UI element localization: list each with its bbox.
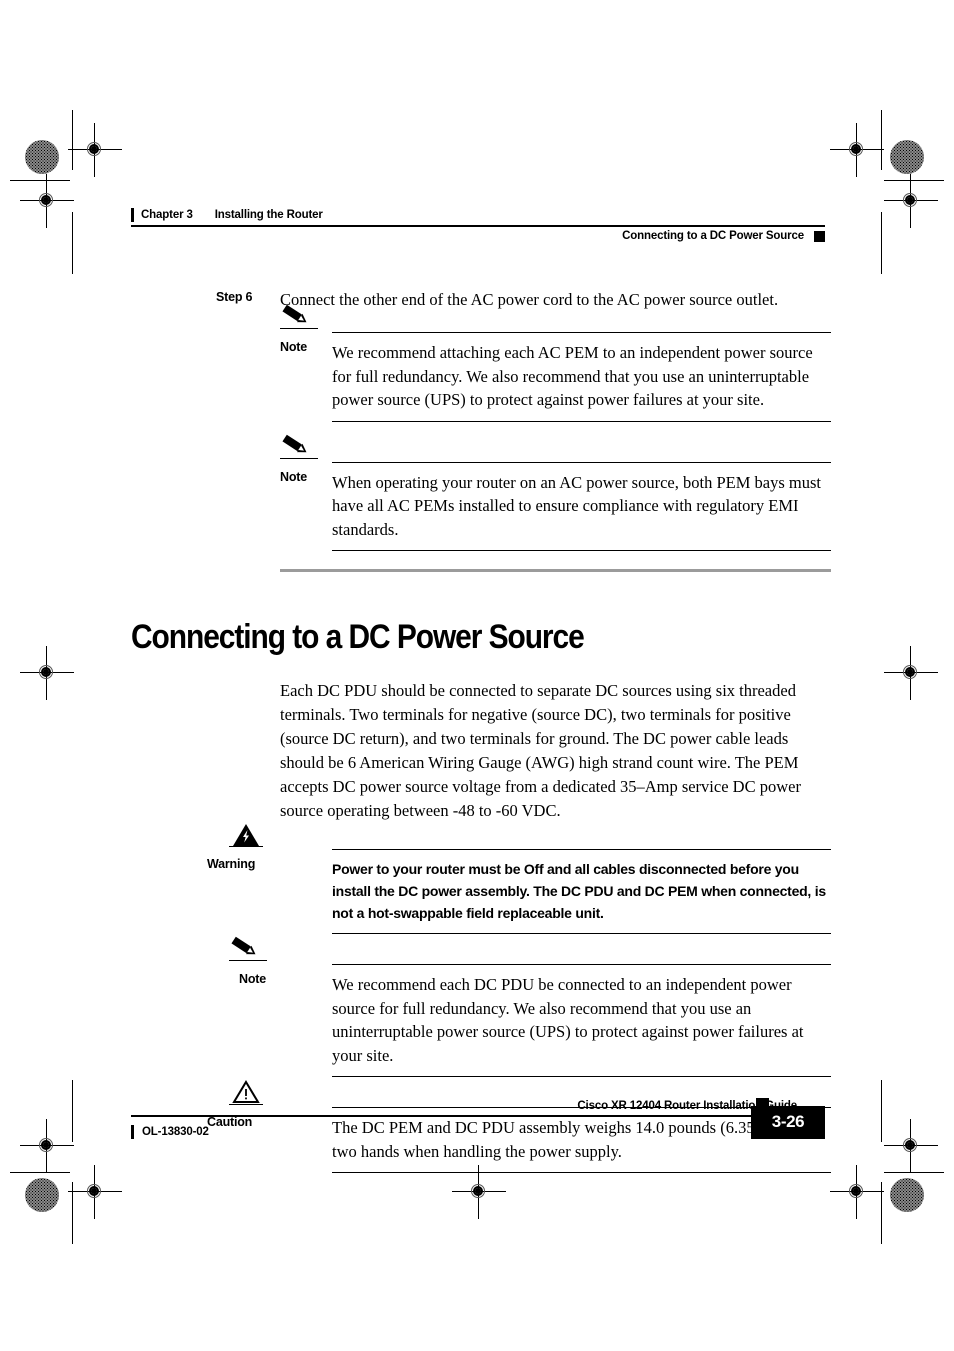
- halftone-dot-top-right: [890, 140, 924, 174]
- footer-bottom-row: OL-13830-02 3-26: [131, 1106, 825, 1144]
- registration-target-mid-left: [20, 646, 74, 700]
- note-label: Note: [239, 972, 266, 986]
- warning-label: Warning: [207, 857, 256, 871]
- step-block: Step 6 Connect the other end of the AC p…: [131, 288, 831, 312]
- crop-line-top-right-horizontal: [884, 180, 944, 181]
- header-rule: [131, 225, 825, 227]
- note-block-1: Note We recommend attaching each AC PEM …: [280, 304, 831, 422]
- step-label: Step 6: [216, 290, 253, 304]
- note-icon-underline: [280, 457, 318, 459]
- document-page: Chapter 3 Installing the Router Connecti…: [0, 0, 954, 1351]
- registration-target-top-right-inner: [830, 123, 884, 177]
- registration-target-mid-right: [884, 646, 938, 700]
- registration-target-top-left-inner: [68, 123, 122, 177]
- note-text: When operating your router on an AC powe…: [332, 461, 831, 551]
- crop-line-top-left-vertical: [72, 110, 73, 170]
- note-block-3: Note We recommend each DC PDU be connect…: [207, 936, 831, 1077]
- section-divider-rule: [280, 569, 831, 572]
- registration-target-bottom-right-outer: [884, 1119, 938, 1173]
- halftone-dot-bottom-left: [25, 1178, 59, 1212]
- running-head-right: Connecting to a DC Power Source: [131, 230, 825, 242]
- page-footer: Cisco XR 12404 Router Installation Guide…: [131, 1098, 825, 1144]
- note-icon-underline: [280, 328, 318, 330]
- registration-target-top-right-outer: [884, 174, 938, 228]
- header-square-marker: [814, 230, 825, 242]
- crop-line-bottom-left-horizontal: [10, 1172, 70, 1173]
- document-number: OL-13830-02: [142, 1126, 209, 1138]
- chapter-title: Installing the Router: [214, 209, 323, 221]
- warning-block: Warning Power to your router must be Off…: [207, 824, 831, 934]
- page-title: Connecting to a DC Power Source: [131, 618, 585, 656]
- halftone-dot-top-left: [25, 140, 59, 174]
- footer-marker-bar: [131, 1125, 134, 1139]
- note-icon-underline: [229, 960, 267, 962]
- guide-title: Cisco XR 12404 Router Installation Guide: [577, 1100, 797, 1112]
- crop-line-bottom-left-vertical: [72, 1080, 73, 1142]
- page-number: 3-26: [751, 1106, 825, 1139]
- note-label: Note: [280, 469, 307, 484]
- registration-target-bottom-left-outer: [20, 1119, 74, 1173]
- crop-line-top-right-vertical: [881, 110, 882, 170]
- page-content: Step 6 Connect the other end of the AC p…: [131, 288, 831, 1187]
- crop-line-top-left-vertical-2: [72, 212, 73, 274]
- running-head-text: Connecting to a DC Power Source: [622, 230, 804, 242]
- halftone-dot-bottom-right: [890, 1178, 924, 1212]
- crop-line-bottom-right-vertical: [881, 1080, 882, 1142]
- crop-line-bottom-right-horizontal: [884, 1172, 944, 1173]
- pencil-icon: [280, 304, 310, 330]
- chapter-number: Chapter 3: [141, 209, 193, 221]
- chapter-breadcrumb: Chapter 3 Installing the Router: [131, 208, 825, 222]
- warning-text: Power to your router must be Off and all…: [332, 849, 831, 934]
- footer-rule: [131, 1115, 761, 1117]
- registration-target-top-left-outer: [20, 174, 74, 228]
- step-text: Connect the other end of the AC power co…: [280, 290, 779, 309]
- registration-target-bottom-left-inner: [68, 1165, 122, 1219]
- registration-target-bottom-right-inner: [830, 1165, 884, 1219]
- section-paragraph: Each DC PDU should be connected to separ…: [280, 681, 801, 820]
- note-text: We recommend each DC PDU be connected to…: [332, 964, 831, 1077]
- note-text: We recommend attaching each AC PEM to an…: [332, 332, 831, 422]
- pencil-icon: [229, 936, 259, 962]
- crop-line-top-left-horizontal: [10, 180, 70, 181]
- pencil-icon: [280, 434, 310, 460]
- crop-line-top-right-vertical-2: [881, 212, 882, 274]
- chapter-marker-bar: [131, 208, 134, 222]
- note-block-2: Note When operating your router on an AC…: [280, 434, 831, 551]
- note-label: Note: [280, 340, 307, 354]
- warning-icon-underline: [229, 846, 263, 848]
- running-header: Chapter 3 Installing the Router Connecti…: [131, 208, 825, 242]
